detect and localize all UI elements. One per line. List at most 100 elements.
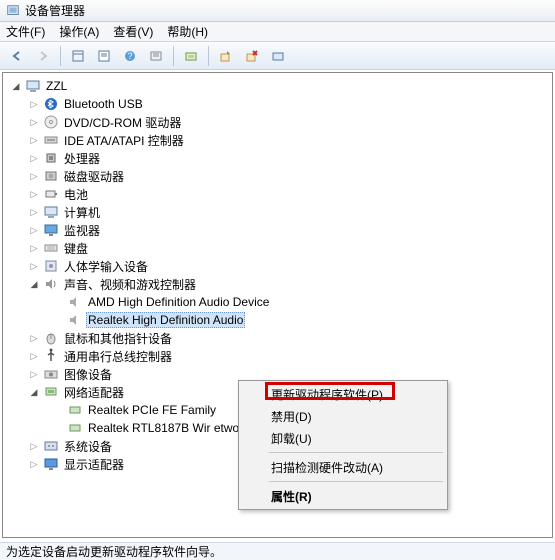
toolbar-update-icon[interactable] xyxy=(215,45,237,67)
keyboard-icon xyxy=(43,240,59,256)
tree-device-amd-audio[interactable]: AMD High Definition Audio Device xyxy=(5,293,550,311)
tree-category-monitor[interactable]: 监视器 xyxy=(5,221,550,239)
menubar: 文件(F) 操作(A) 查看(V) 帮助(H) xyxy=(0,22,555,42)
tree-category-ide[interactable]: IDE ATA/ATAPI 控制器 xyxy=(5,131,550,149)
category-label: 人体学输入设备 xyxy=(62,258,150,275)
tree-category-disk[interactable]: 磁盘驱动器 xyxy=(5,167,550,185)
dvd-icon xyxy=(43,114,59,130)
net-device-icon xyxy=(67,402,83,418)
expander-icon[interactable] xyxy=(28,332,40,344)
tree-category-computer[interactable]: 计算机 xyxy=(5,203,550,221)
expander-icon[interactable] xyxy=(28,152,40,164)
cpu-icon xyxy=(43,150,59,166)
context-update-driver[interactable]: 更新驱动程序软件(P)... xyxy=(241,383,445,405)
menu-help[interactable]: 帮助(H) xyxy=(167,23,208,40)
context-scan-hardware[interactable]: 扫描检测硬件改动(A) xyxy=(241,456,445,478)
category-label: 显示适配器 xyxy=(62,456,126,473)
menu-action[interactable]: 操作(A) xyxy=(59,23,99,40)
device-label: Realtek High Definition Audio xyxy=(86,312,245,328)
computer-icon xyxy=(43,204,59,220)
expander-icon[interactable] xyxy=(28,98,40,110)
expander-icon[interactable] xyxy=(28,170,40,182)
expander-icon[interactable] xyxy=(28,350,40,362)
toolbar-show-icon[interactable] xyxy=(67,45,89,67)
tree-category-cpu[interactable]: 处理器 xyxy=(5,149,550,167)
expander-icon[interactable] xyxy=(28,440,40,452)
display-icon xyxy=(43,456,59,472)
root-label: ZZL xyxy=(44,79,69,93)
statusbar: 为选定设备启动更新驱动程序软件向导。 xyxy=(0,542,555,560)
tree-category-bluetooth[interactable]: Bluetooth USB xyxy=(5,95,550,113)
menu-view[interactable]: 查看(V) xyxy=(113,23,153,40)
tree-category-battery[interactable]: 电池 xyxy=(5,185,550,203)
net-device-icon xyxy=(67,420,83,436)
toolbar-props-icon[interactable] xyxy=(93,45,115,67)
sound-device-icon xyxy=(67,294,83,310)
category-label: 电池 xyxy=(62,186,90,203)
sound-icon xyxy=(43,276,59,292)
toolbar-scan-icon[interactable] xyxy=(180,45,202,67)
category-label: 鼠标和其他指针设备 xyxy=(62,330,174,347)
tree-category-mouse[interactable]: 鼠标和其他指针设备 xyxy=(5,329,550,347)
context-menu: 更新驱动程序软件(P)... 禁用(D) 卸载(U) 扫描检测硬件改动(A) 属… xyxy=(238,380,448,510)
battery-icon xyxy=(43,186,59,202)
device-label: AMD High Definition Audio Device xyxy=(86,295,271,309)
expander-icon[interactable] xyxy=(28,206,40,218)
category-label: 监视器 xyxy=(62,222,102,239)
toolbar-separator xyxy=(173,46,174,66)
expander-icon[interactable] xyxy=(28,368,40,380)
category-label: 声音、视频和游戏控制器 xyxy=(62,276,198,293)
tree-category-hid[interactable]: 人体学输入设备 xyxy=(5,257,550,275)
monitor-icon xyxy=(43,222,59,238)
context-disable[interactable]: 禁用(D) xyxy=(241,405,445,427)
expander-icon[interactable] xyxy=(28,134,40,146)
expander-icon[interactable] xyxy=(28,224,40,236)
expander-icon[interactable] xyxy=(28,188,40,200)
system-icon xyxy=(43,438,59,454)
expander-icon[interactable] xyxy=(28,278,40,290)
context-separator xyxy=(269,481,443,482)
ide-icon xyxy=(43,132,59,148)
toolbar-uninstall-icon[interactable] xyxy=(241,45,263,67)
app-icon xyxy=(6,4,20,18)
tree-device-realtek-audio[interactable]: Realtek High Definition Audio xyxy=(5,311,550,329)
tree-category-sound[interactable]: 声音、视频和游戏控制器 xyxy=(5,275,550,293)
menu-file[interactable]: 文件(F) xyxy=(6,23,45,40)
expander-icon[interactable] xyxy=(28,116,40,128)
device-label: Realtek PCIe FE Family xyxy=(86,403,218,417)
svg-text:?: ? xyxy=(127,51,132,61)
usb-icon xyxy=(43,348,59,364)
tree-category-usb[interactable]: 通用串行总线控制器 xyxy=(5,347,550,365)
expander-icon[interactable] xyxy=(28,386,40,398)
expander-icon[interactable] xyxy=(28,242,40,254)
sound-device-icon xyxy=(67,312,83,328)
toolbar: ? xyxy=(0,42,555,70)
expander-icon[interactable] xyxy=(28,458,40,470)
toolbar-help-icon[interactable]: ? xyxy=(119,45,141,67)
tree-category-dvd[interactable]: DVD/CD-ROM 驱动器 xyxy=(5,113,550,131)
tree-category-keyboard[interactable]: 键盘 xyxy=(5,239,550,257)
network-icon xyxy=(43,384,59,400)
toolbar-back-icon[interactable] xyxy=(6,45,28,67)
toolbar-config-icon[interactable] xyxy=(267,45,289,67)
category-label: 键盘 xyxy=(62,240,90,257)
context-uninstall[interactable]: 卸载(U) xyxy=(241,427,445,449)
context-properties[interactable]: 属性(R) xyxy=(241,485,445,507)
category-label: Bluetooth USB xyxy=(62,97,145,111)
category-label: DVD/CD-ROM 驱动器 xyxy=(62,114,183,131)
toolbar-list-icon[interactable] xyxy=(145,45,167,67)
category-label: 磁盘驱动器 xyxy=(62,168,126,185)
toolbar-forward-icon[interactable] xyxy=(32,45,54,67)
category-label: IDE ATA/ATAPI 控制器 xyxy=(62,132,186,149)
hid-icon xyxy=(43,258,59,274)
expander-icon[interactable] xyxy=(28,260,40,272)
tree-root[interactable]: ZZL xyxy=(5,77,550,95)
expander-icon[interactable] xyxy=(10,80,22,92)
statusbar-text: 为选定设备启动更新驱动程序软件向导。 xyxy=(6,543,222,560)
imaging-icon xyxy=(43,366,59,382)
category-label: 系统设备 xyxy=(62,438,114,455)
category-label: 计算机 xyxy=(62,204,102,221)
category-label: 处理器 xyxy=(62,150,102,167)
titlebar: 设备管理器 xyxy=(0,0,555,22)
toolbar-separator xyxy=(208,46,209,66)
